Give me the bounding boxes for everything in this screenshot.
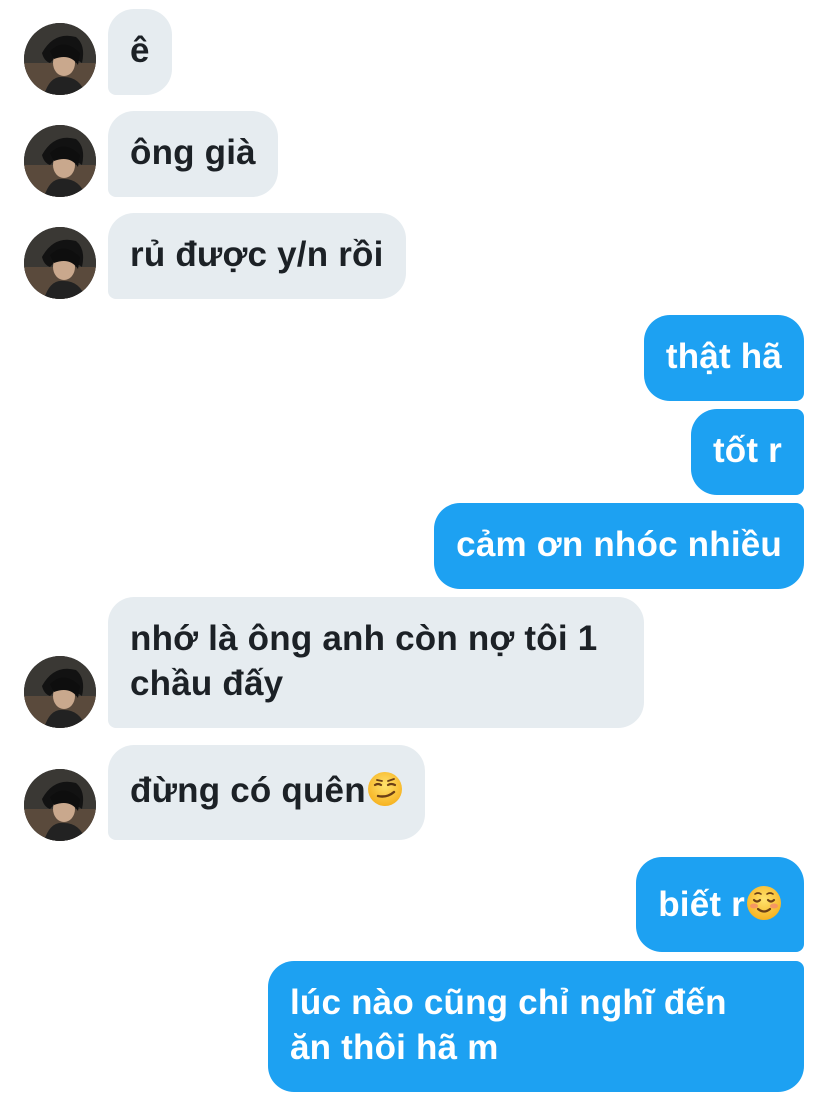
message-text: ông già: [130, 133, 256, 172]
message-text-line: chầu đấy: [130, 664, 284, 703]
outgoing-message-bubble[interactable]: biết r: [636, 857, 804, 952]
outgoing-message-bubble[interactable]: cảm ơn nhóc nhiều: [434, 503, 804, 589]
avatar-photo-icon: [24, 656, 96, 728]
message-text: ê: [130, 31, 150, 70]
avatar[interactable]: [24, 125, 96, 197]
avatar[interactable]: [24, 769, 96, 841]
incoming-message-bubble[interactable]: ông già: [108, 111, 278, 197]
avatar-photo-icon: [24, 769, 96, 841]
message-text: cảm ơn nhóc nhiều: [456, 525, 782, 564]
smiling-blush-emoji-icon: [747, 886, 781, 920]
avatar-photo-icon: [24, 125, 96, 197]
incoming-message-bubble[interactable]: ê: [108, 9, 172, 95]
smirk-emoji-icon: [367, 772, 402, 806]
message-text: đừng có quên: [130, 771, 366, 810]
message-text: tốt r: [712, 431, 782, 470]
avatar[interactable]: [24, 227, 96, 299]
message-text-line: ăn thôi hã m: [290, 1028, 499, 1067]
avatar-photo-icon: [24, 227, 96, 299]
outgoing-message-bubble[interactable]: tốt r: [690, 409, 804, 495]
incoming-message-bubble[interactable]: nhớ là ông anh còn nợ tôi 1 chầu đấy: [108, 597, 644, 728]
incoming-message-bubble[interactable]: đừng có quên: [108, 745, 425, 840]
message-text-line: lúc nào cũng chỉ nghĩ đến: [290, 983, 727, 1022]
outgoing-message-bubble[interactable]: lúc nào cũng chỉ nghĩ đến ăn thôi hã m: [268, 961, 804, 1092]
avatar[interactable]: [24, 656, 96, 728]
message-text: rủ được y/n rồi: [130, 235, 384, 274]
incoming-message-bubble[interactable]: rủ được y/n rồi: [108, 213, 406, 299]
message-text: thật hã: [665, 337, 782, 376]
outgoing-message-bubble[interactable]: thật hã: [643, 315, 804, 401]
avatar-photo-icon: [24, 23, 96, 95]
avatar[interactable]: [24, 23, 96, 95]
message-text-line: nhớ là ông anh còn nợ tôi 1: [130, 619, 598, 658]
message-text: biết r: [658, 885, 745, 924]
